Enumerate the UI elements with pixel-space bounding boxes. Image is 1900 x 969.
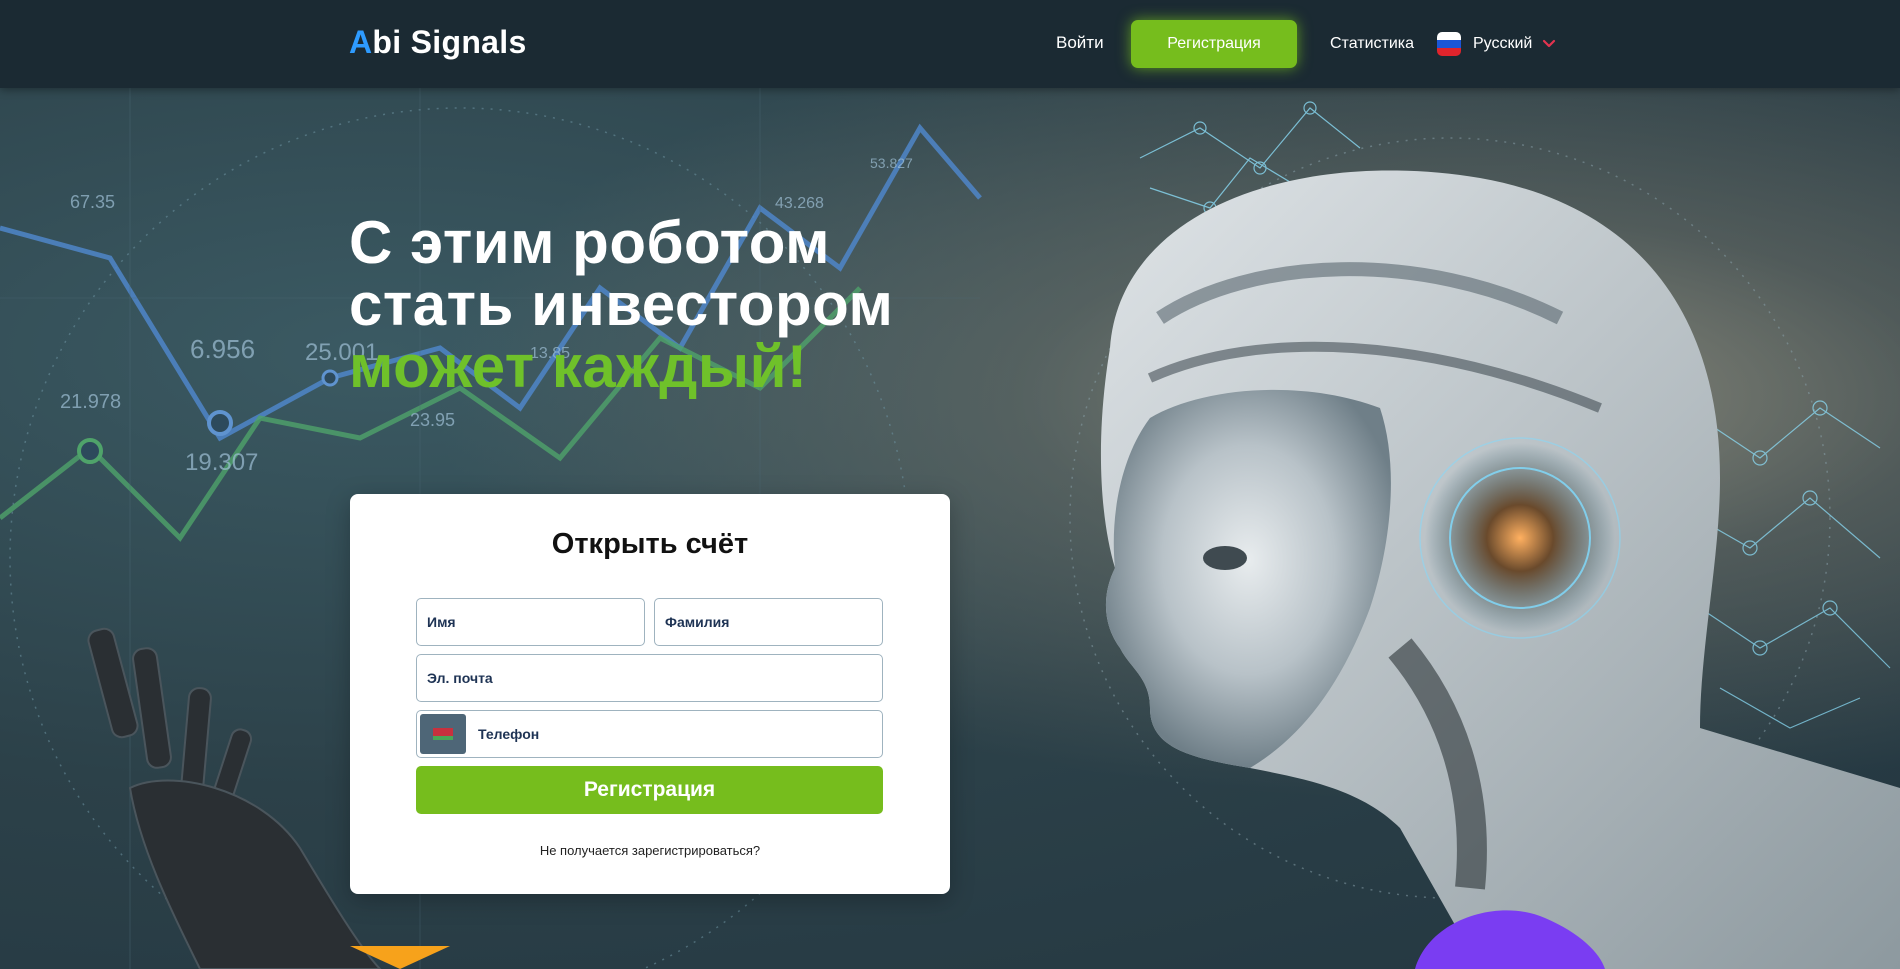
chart-label: 6.956 (190, 334, 255, 364)
top-header: Abi Signals Войти Регистрация Статистика… (0, 0, 1900, 88)
registration-help-link[interactable]: Не получается зарегистрироваться? (350, 843, 950, 858)
statistics-link[interactable]: Статистика (1330, 35, 1414, 53)
belarus-flag-icon (433, 728, 453, 740)
chart-label: 53.827 (870, 155, 913, 171)
site-logo[interactable]: Abi Signals (349, 24, 527, 61)
registration-form-card: Открыть счёт Регистрация Не получается з… (350, 494, 950, 894)
last-name-input[interactable] (655, 599, 882, 645)
chart-label: 19.307 (185, 449, 258, 476)
phone-input[interactable] (466, 711, 882, 757)
hero-headline: С этим роботом стать инвестором может ка… (349, 212, 893, 398)
header-register-button[interactable]: Регистрация (1131, 20, 1297, 68)
chart-label: 67.35 (70, 192, 115, 212)
headline-line-2: стать инвестором (349, 271, 894, 338)
hero-background-art: 6.956 25.001 19.307 21.978 23.95 13.85 4… (0, 88, 1900, 969)
logo-text: bi Signals (372, 24, 527, 60)
hero-section: 6.956 25.001 19.307 21.978 23.95 13.85 4… (0, 88, 1900, 969)
robot-illustration (1100, 170, 1900, 969)
last-name-field[interactable] (654, 598, 883, 646)
language-selector[interactable]: Русский (1437, 31, 1556, 57)
login-link[interactable]: Войти (1056, 33, 1104, 53)
phone-field[interactable] (416, 710, 883, 758)
logo-accent-letter: A (349, 24, 373, 60)
email-field[interactable] (416, 654, 883, 702)
headline-line-3: может каждый! (349, 333, 808, 400)
headline-line-1: С этим роботом (349, 209, 831, 276)
form-title: Открыть счёт (551, 528, 749, 560)
first-name-input[interactable] (417, 599, 644, 645)
language-label: Русский (1473, 35, 1533, 52)
register-submit-button[interactable]: Регистрация (416, 766, 883, 814)
first-name-field[interactable] (416, 598, 645, 646)
email-input[interactable] (417, 655, 882, 701)
phone-country-selector[interactable] (420, 714, 466, 754)
russia-flag-icon (1437, 32, 1461, 56)
chart-label: 21.978 (60, 391, 121, 413)
chevron-down-icon (1543, 39, 1556, 48)
chart-label: 23.95 (410, 410, 455, 430)
